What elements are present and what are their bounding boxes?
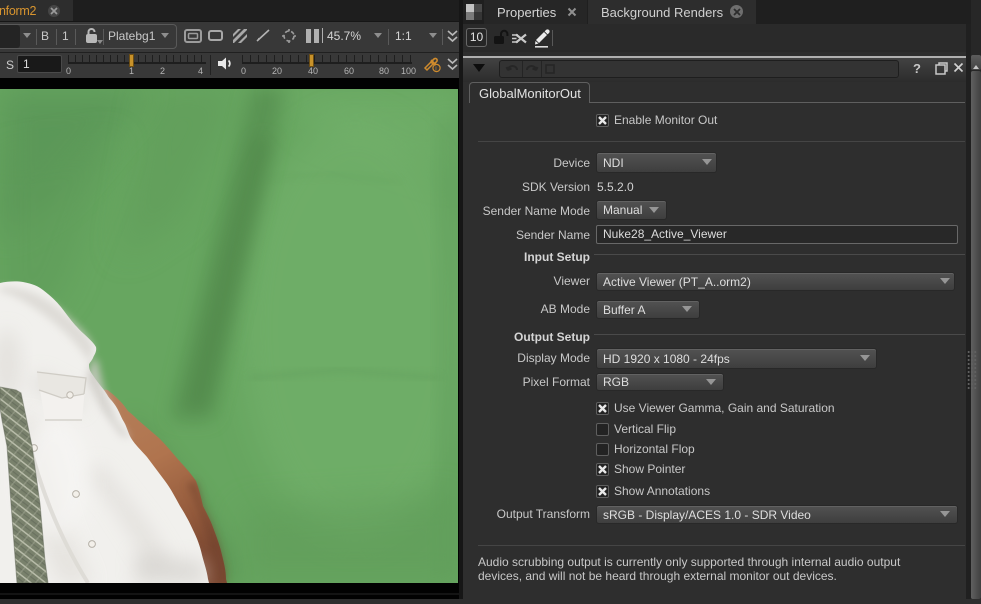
svg-text:i: i [435,65,436,72]
